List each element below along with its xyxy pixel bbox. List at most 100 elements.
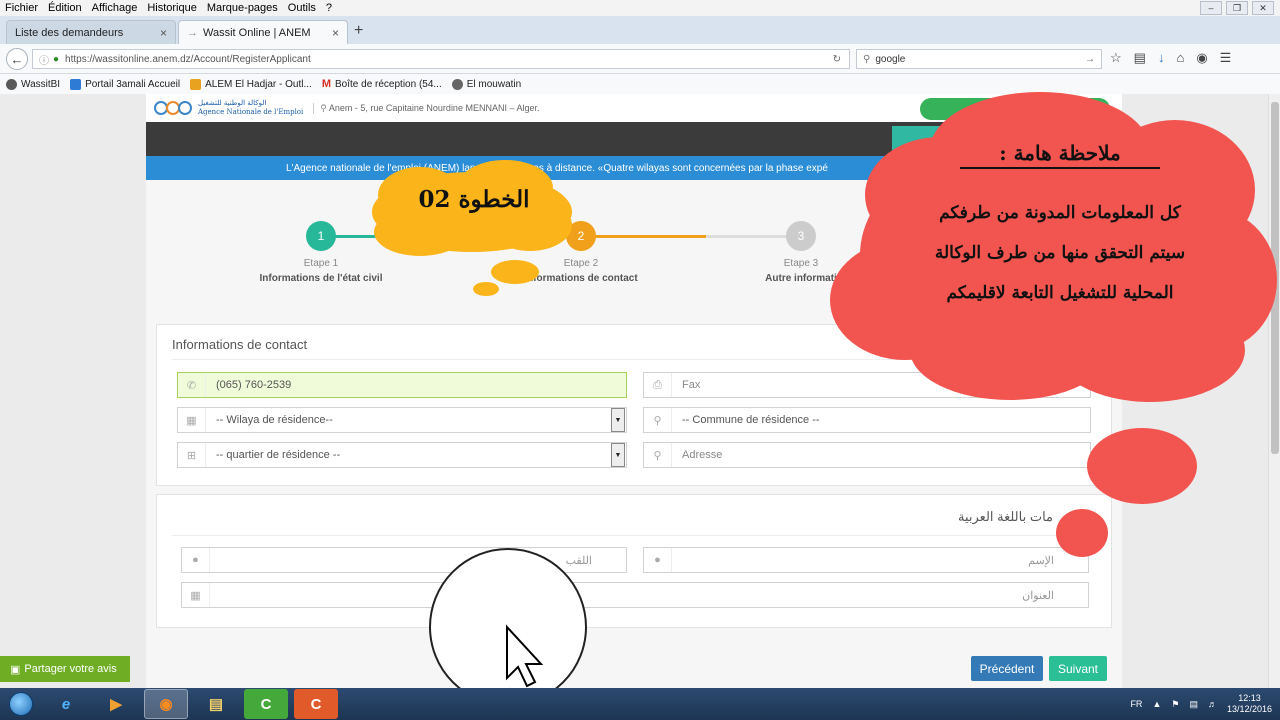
- camtasia-green-icon[interactable]: C: [244, 689, 288, 719]
- internet-explorer-icon[interactable]: e: [44, 689, 88, 719]
- adresse-arabic-field[interactable]: ▦ العنوان: [181, 582, 1089, 608]
- menu-history[interactable]: Historique: [142, 2, 202, 14]
- tab-liste-demandeurs[interactable]: Liste des demandeurs ×: [6, 20, 176, 44]
- flag-icon[interactable]: ⚑: [1171, 699, 1179, 710]
- vertical-scrollbar[interactable]: [1268, 94, 1280, 688]
- tab-wassit-online[interactable]: → Wassit Online | ANEM ×: [178, 20, 348, 44]
- hamburger-menu-icon[interactable]: ☰: [1220, 50, 1232, 66]
- bookmark-star-icon[interactable]: ☆: [1110, 50, 1122, 66]
- bookmark-wassitbi[interactable]: WassitBI: [6, 78, 60, 90]
- header-green-button[interactable]: [920, 98, 1110, 120]
- menu-edit[interactable]: Édition: [43, 2, 87, 14]
- step-2-title: Informations de contact: [524, 273, 638, 284]
- menu-tools[interactable]: Outils: [283, 2, 321, 14]
- chevron-down-icon[interactable]: ▼: [611, 443, 625, 467]
- address-text: Anem - 5, rue Capitaine Nourdine MENNANI…: [328, 102, 540, 113]
- bookmark-portail[interactable]: Portail 3amali Accueil: [70, 78, 180, 90]
- tray-arrow-icon[interactable]: ▲: [1152, 699, 1161, 709]
- search-icon: ⚲: [863, 53, 871, 65]
- quartier-value: -- quartier de résidence --: [216, 449, 341, 461]
- arabic-info-panel: مات باللغة العربية ● اللقب ● الإسم ▦ الع…: [156, 494, 1112, 628]
- close-tab-icon[interactable]: ×: [332, 26, 339, 40]
- map-icon: ▦: [182, 583, 210, 607]
- close-icon[interactable]: ✕: [1252, 1, 1274, 15]
- user-icon: ●: [182, 548, 210, 572]
- scrollbar-thumb[interactable]: [1271, 102, 1279, 454]
- previous-button[interactable]: Précédent: [971, 656, 1043, 681]
- commune-select[interactable]: ⚲ -- Commune de résidence --: [643, 407, 1091, 433]
- site-header: الوكالة الوطنية للتشغيل Agence Nationale…: [146, 94, 1122, 122]
- language-indicator[interactable]: FR: [1130, 699, 1142, 709]
- map-pin-icon: ⚲: [644, 408, 672, 432]
- adresse-field[interactable]: ⚲ Adresse: [643, 442, 1091, 468]
- chevron-down-icon[interactable]: ▼: [611, 408, 625, 432]
- note-line-3: المحلية للتشغيل التابعة لاقليمكم: [946, 283, 1174, 303]
- phone-field[interactable]: ✆ (065) 760-2539: [177, 372, 627, 398]
- header-address: ⚲ Anem - 5, rue Capitaine Nourdine MENNA…: [313, 102, 540, 114]
- menu-bar: Fichier Édition Affichage Historique Mar…: [0, 0, 1280, 16]
- home-icon[interactable]: ⌂: [1176, 50, 1184, 66]
- back-arrow-icon[interactable]: ←: [6, 48, 28, 70]
- firefox-icon[interactable]: ◉: [144, 689, 188, 719]
- fax-icon: ⎙: [644, 373, 672, 397]
- menu-file[interactable]: Fichier: [0, 2, 43, 14]
- bookmark-mouwatin[interactable]: El mouwatin: [451, 78, 521, 90]
- minimize-icon[interactable]: –: [1200, 1, 1222, 15]
- phone-value: (065) 760-2539: [216, 379, 292, 391]
- share-icon: ▣: [10, 663, 21, 676]
- search-go-icon[interactable]: →: [1085, 54, 1095, 65]
- bookmark-label: ALEM El Hadjar - Outl...: [205, 78, 312, 90]
- wilaya-select[interactable]: ▦ -- Wilaya de résidence-- ▼: [177, 407, 627, 433]
- clock[interactable]: 12:13 13/12/2016: [1227, 693, 1272, 715]
- quartier-select[interactable]: ⊞ -- quartier de résidence -- ▼: [177, 442, 627, 468]
- menu-bookmarks[interactable]: Marque-pages: [202, 2, 283, 14]
- camtasia-red-icon[interactable]: C: [294, 689, 338, 719]
- nom-arabic-field[interactable]: ● اللقب: [181, 547, 627, 573]
- feedback-button[interactable]: ▣ Partager votre avis: [0, 656, 130, 682]
- bookmark-inbox[interactable]: M Boîte de réception (54...: [322, 78, 442, 90]
- gmail-icon: M: [321, 78, 331, 90]
- start-button[interactable]: [4, 689, 38, 719]
- search-bar[interactable]: ⚲ google →: [856, 49, 1102, 69]
- prenom-arabic-field[interactable]: ● الإسم: [643, 547, 1089, 573]
- address-bar[interactable]: ⓘ ● https://wassitonline.anem.dz/Account…: [32, 49, 850, 69]
- windows-taskbar: e ▶ ◉ ▤ C C FR ▲ ⚑ ▤ ♬ 12:13 13/12/2016: [0, 688, 1280, 720]
- fax-field[interactable]: ⎙ Fax: [643, 372, 1091, 398]
- adresse-placeholder: Adresse: [682, 449, 723, 461]
- reading-list-icon[interactable]: ▤: [1134, 50, 1146, 66]
- menu-help[interactable]: ?: [321, 2, 337, 14]
- pocket-icon[interactable]: ◉: [1196, 50, 1207, 66]
- network-icon[interactable]: ▤: [1189, 699, 1198, 710]
- close-tab-icon[interactable]: ×: [160, 26, 167, 40]
- anem-logo-icon: [154, 97, 194, 119]
- menu-view[interactable]: Affichage: [87, 2, 143, 14]
- step-annotation-text: الخطوة 02: [418, 186, 530, 213]
- media-player-icon[interactable]: ▶: [94, 689, 138, 719]
- adresse-arabic-placeholder: العنوان: [1022, 589, 1054, 602]
- step-connector-1: [321, 235, 471, 238]
- bookmarks-bar: WassitBI Portail 3amali Accueil ALEM El …: [0, 74, 1280, 94]
- info-icon[interactable]: ⓘ: [39, 52, 49, 67]
- downloads-icon[interactable]: ↓: [1158, 50, 1165, 66]
- step-connector-2: [581, 235, 706, 238]
- loading-icon: →: [187, 26, 198, 39]
- logo-text: الوكالة الوطنية للتشغيل Agence Nationale…: [198, 99, 303, 117]
- tab-strip: Liste des demandeurs × → Wassit Online |…: [0, 16, 1280, 44]
- tab-label: Wassit Online | ANEM: [203, 26, 311, 39]
- fax-placeholder: Fax: [682, 379, 701, 391]
- bookmark-label: Boîte de réception (54...: [335, 78, 442, 90]
- new-tab-icon[interactable]: +: [354, 22, 363, 40]
- step-1-label: Etape 1: [303, 258, 339, 269]
- restore-icon[interactable]: ❐: [1226, 1, 1248, 15]
- anem-logo[interactable]: الوكالة الوطنية للتشغيل Agence Nationale…: [154, 97, 303, 119]
- reload-icon[interactable]: ↻: [833, 54, 841, 65]
- portal-icon: [70, 78, 82, 90]
- lock-icon[interactable]: ●: [53, 54, 59, 65]
- bookmark-alem[interactable]: ALEM El Hadjar - Outl...: [190, 78, 312, 90]
- note-line-2: سيتم التحقق منها من طرف الوكالة: [934, 243, 1186, 263]
- feedback-label: Partager votre avis: [24, 663, 117, 675]
- windows-logo-icon: [9, 692, 33, 716]
- volume-icon[interactable]: ♬: [1208, 699, 1217, 709]
- file-explorer-icon[interactable]: ▤: [194, 689, 238, 719]
- next-button[interactable]: Suivant: [1049, 656, 1107, 681]
